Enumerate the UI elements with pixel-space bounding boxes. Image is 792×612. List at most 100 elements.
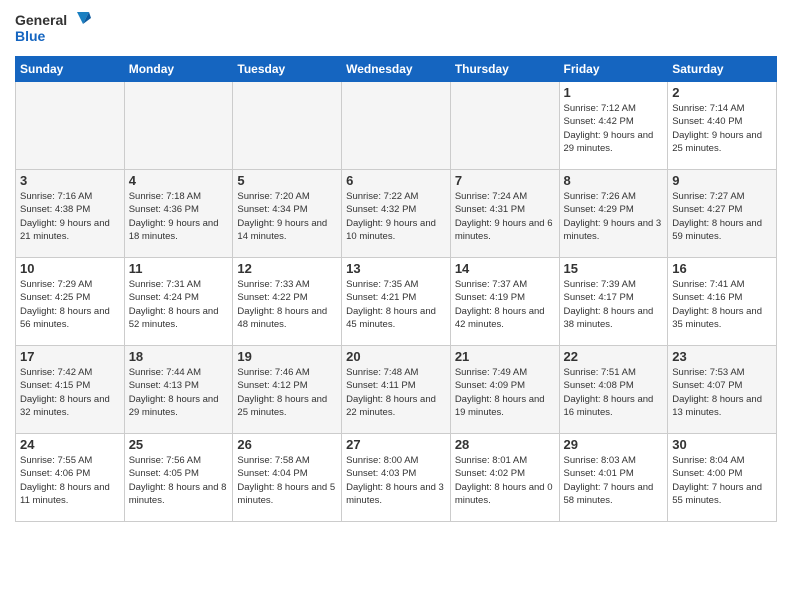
calendar-cell: 22Sunrise: 7:51 AM Sunset: 4:08 PM Dayli… — [559, 346, 668, 434]
day-number: 15 — [564, 261, 664, 276]
calendar-cell — [16, 82, 125, 170]
calendar-cell: 24 Sunrise: 7:55 AM Sunset: 4:06 PM Dayli… — [16, 434, 125, 522]
day-info: Sunrise: 8:00 AM Sunset: 4:03 PM Dayligh… — [346, 454, 446, 507]
day-number: 17 — [20, 349, 120, 364]
page-header: General Blue — [15, 10, 777, 48]
day-number: 12 — [237, 261, 337, 276]
day-number: 25 — [129, 437, 229, 452]
day-number: 29 — [564, 437, 664, 452]
calendar-cell: 10 Sunrise: 7:29 AM Sunset: 4:25 PM Dayli… — [16, 258, 125, 346]
day-header-wednesday: Wednesday — [342, 57, 451, 82]
day-number: 28 — [455, 437, 555, 452]
calendar-cell: 26 Sunrise: 7:58 AM Sunset: 4:04 PM Dayli… — [233, 434, 342, 522]
calendar-cell: 3 Sunrise: 7:16 AM Sunset: 4:38 PM Daylig… — [16, 170, 125, 258]
day-info: Sunrise: 7:46 AM Sunset: 4:12 PM Dayligh… — [237, 366, 337, 419]
day-info: Sunrise: 7:53 AM Sunset: 4:07 PM Dayligh… — [672, 366, 772, 419]
day-number: 27 — [346, 437, 446, 452]
calendar-cell: 18 Sunrise: 7:44 AM Sunset: 4:13 PM Dayli… — [124, 346, 233, 434]
day-number: 16 — [672, 261, 772, 276]
day-info: Sunrise: 7:41 AM Sunset: 4:16 PM Dayligh… — [672, 278, 772, 331]
calendar-cell: 8 Sunrise: 7:26 AM Sunset: 4:29 PM Daylig… — [559, 170, 668, 258]
day-info: Sunrise: 7:18 AM Sunset: 4:36 PM Dayligh… — [129, 190, 229, 243]
calendar-cell: 4 Sunrise: 7:18 AM Sunset: 4:36 PM Daylig… — [124, 170, 233, 258]
day-number: 20 — [346, 349, 446, 364]
day-info: Sunrise: 7:22 AM Sunset: 4:32 PM Dayligh… — [346, 190, 446, 243]
day-info: Sunrise: 7:49 AM Sunset: 4:09 PM Dayligh… — [455, 366, 555, 419]
logo: General Blue — [15, 10, 95, 48]
day-header-thursday: Thursday — [450, 57, 559, 82]
day-number: 11 — [129, 261, 229, 276]
day-number: 4 — [129, 173, 229, 188]
day-number: 6 — [346, 173, 446, 188]
day-header-sunday: Sunday — [16, 57, 125, 82]
day-number: 24 — [20, 437, 120, 452]
calendar-cell: 11 Sunrise: 7:31 AM Sunset: 4:24 PM Dayli… — [124, 258, 233, 346]
calendar-cell: 6 Sunrise: 7:22 AM Sunset: 4:32 PM Daylig… — [342, 170, 451, 258]
week-row-2: 3 Sunrise: 7:16 AM Sunset: 4:38 PM Daylig… — [16, 170, 777, 258]
day-number: 5 — [237, 173, 337, 188]
day-info: Sunrise: 7:39 AM Sunset: 4:17 PM Dayligh… — [564, 278, 664, 331]
calendar-header-row: SundayMondayTuesdayWednesdayThursdayFrid… — [16, 57, 777, 82]
week-row-3: 10 Sunrise: 7:29 AM Sunset: 4:25 PM Dayli… — [16, 258, 777, 346]
day-info: Sunrise: 7:42 AM Sunset: 4:15 PM Dayligh… — [20, 366, 120, 419]
day-info: Sunrise: 7:33 AM Sunset: 4:22 PM Dayligh… — [237, 278, 337, 331]
calendar-cell: 25 Sunrise: 7:56 AM Sunset: 4:05 PM Dayli… — [124, 434, 233, 522]
day-info: Sunrise: 7:31 AM Sunset: 4:24 PM Dayligh… — [129, 278, 229, 331]
calendar-cell — [450, 82, 559, 170]
calendar-cell: 29Sunrise: 8:03 AM Sunset: 4:01 PM Dayli… — [559, 434, 668, 522]
calendar-cell: 15 Sunrise: 7:39 AM Sunset: 4:17 PM Dayli… — [559, 258, 668, 346]
week-row-1: 1 Sunrise: 7:12 AM Sunset: 4:42 PM Daylig… — [16, 82, 777, 170]
calendar-cell: 28Sunrise: 8:01 AM Sunset: 4:02 PM Dayli… — [450, 434, 559, 522]
day-info: Sunrise: 7:58 AM Sunset: 4:04 PM Dayligh… — [237, 454, 337, 507]
day-number: 18 — [129, 349, 229, 364]
calendar-cell: 9Sunrise: 7:27 AM Sunset: 4:27 PM Daylig… — [668, 170, 777, 258]
calendar-cell: 13 Sunrise: 7:35 AM Sunset: 4:21 PM Dayli… — [342, 258, 451, 346]
calendar-cell: 19Sunrise: 7:46 AM Sunset: 4:12 PM Dayli… — [233, 346, 342, 434]
calendar-cell: 17 Sunrise: 7:42 AM Sunset: 4:15 PM Dayli… — [16, 346, 125, 434]
calendar-cell: 23 Sunrise: 7:53 AM Sunset: 4:07 PM Dayli… — [668, 346, 777, 434]
day-number: 23 — [672, 349, 772, 364]
calendar-cell: 12 Sunrise: 7:33 AM Sunset: 4:22 PM Dayli… — [233, 258, 342, 346]
day-number: 1 — [564, 85, 664, 100]
day-info: Sunrise: 7:55 AM Sunset: 4:06 PM Dayligh… — [20, 454, 120, 507]
calendar-cell: 7Sunrise: 7:24 AM Sunset: 4:31 PM Daylig… — [450, 170, 559, 258]
day-info: Sunrise: 7:14 AM Sunset: 4:40 PM Dayligh… — [672, 102, 772, 155]
calendar-cell: 2 Sunrise: 7:14 AM Sunset: 4:40 PM Daylig… — [668, 82, 777, 170]
calendar-cell: 14 Sunrise: 7:37 AM Sunset: 4:19 PM Dayli… — [450, 258, 559, 346]
calendar-cell — [342, 82, 451, 170]
day-number: 26 — [237, 437, 337, 452]
week-row-4: 17 Sunrise: 7:42 AM Sunset: 4:15 PM Dayli… — [16, 346, 777, 434]
day-info: Sunrise: 7:51 AM Sunset: 4:08 PM Dayligh… — [564, 366, 664, 419]
day-info: Sunrise: 7:24 AM Sunset: 4:31 PM Dayligh… — [455, 190, 555, 243]
day-info: Sunrise: 7:37 AM Sunset: 4:19 PM Dayligh… — [455, 278, 555, 331]
calendar-cell: 30Sunrise: 8:04 AM Sunset: 4:00 PM Dayli… — [668, 434, 777, 522]
day-number: 14 — [455, 261, 555, 276]
svg-text:Blue: Blue — [15, 28, 46, 44]
day-header-friday: Friday — [559, 57, 668, 82]
calendar-cell — [233, 82, 342, 170]
calendar-body: 1 Sunrise: 7:12 AM Sunset: 4:42 PM Daylig… — [16, 82, 777, 522]
calendar-cell: 20Sunrise: 7:48 AM Sunset: 4:11 PM Dayli… — [342, 346, 451, 434]
calendar-cell: 27 Sunrise: 8:00 AM Sunset: 4:03 PM Dayli… — [342, 434, 451, 522]
day-number: 10 — [20, 261, 120, 276]
week-row-5: 24 Sunrise: 7:55 AM Sunset: 4:06 PM Dayli… — [16, 434, 777, 522]
day-number: 8 — [564, 173, 664, 188]
day-info: Sunrise: 7:26 AM Sunset: 4:29 PM Dayligh… — [564, 190, 664, 243]
day-info: Sunrise: 7:44 AM Sunset: 4:13 PM Dayligh… — [129, 366, 229, 419]
day-number: 30 — [672, 437, 772, 452]
calendar-cell: 16 Sunrise: 7:41 AM Sunset: 4:16 PM Dayli… — [668, 258, 777, 346]
calendar-cell: 21Sunrise: 7:49 AM Sunset: 4:09 PM Dayli… — [450, 346, 559, 434]
day-info: Sunrise: 7:20 AM Sunset: 4:34 PM Dayligh… — [237, 190, 337, 243]
day-info: Sunrise: 7:35 AM Sunset: 4:21 PM Dayligh… — [346, 278, 446, 331]
day-header-tuesday: Tuesday — [233, 57, 342, 82]
day-number: 9 — [672, 173, 772, 188]
day-info: Sunrise: 7:29 AM Sunset: 4:25 PM Dayligh… — [20, 278, 120, 331]
day-number: 3 — [20, 173, 120, 188]
day-number: 2 — [672, 85, 772, 100]
day-number: 13 — [346, 261, 446, 276]
calendar-cell: 5 Sunrise: 7:20 AM Sunset: 4:34 PM Daylig… — [233, 170, 342, 258]
day-info: Sunrise: 7:56 AM Sunset: 4:05 PM Dayligh… — [129, 454, 229, 507]
calendar-cell — [124, 82, 233, 170]
day-info: Sunrise: 7:16 AM Sunset: 4:38 PM Dayligh… — [20, 190, 120, 243]
day-info: Sunrise: 7:12 AM Sunset: 4:42 PM Dayligh… — [564, 102, 664, 155]
